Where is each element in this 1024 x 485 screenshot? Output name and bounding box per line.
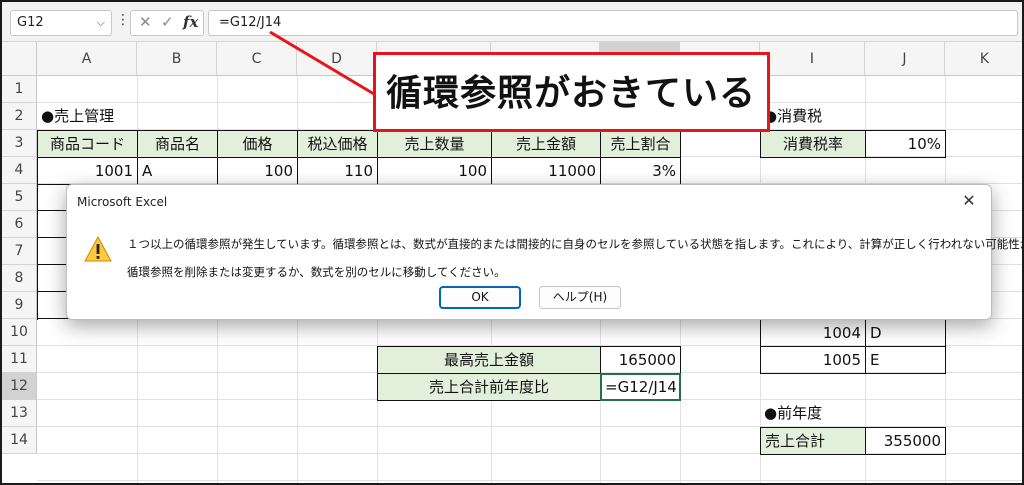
- cell-b4[interactable]: A: [137, 157, 218, 185]
- dialog-message-2: 循環参照を削除または変更するか、数式を別のセルに移動してください。: [127, 265, 506, 279]
- row-header-12[interactable]: 12: [2, 373, 37, 400]
- formula-buttons: ✕ ✓ fx: [130, 10, 204, 36]
- formula-bar: G12 ⌵ ⋮ ✕ ✓ fx =G12/J14: [2, 2, 1022, 42]
- cell-d4[interactable]: 110: [297, 157, 378, 185]
- row-header-6[interactable]: 6: [2, 211, 37, 238]
- dialog-message-1: １つ以上の循環参照が発生しています。循環参照とは、数式が直接的または間接的に自身…: [127, 237, 1024, 251]
- column-header-j[interactable]: J: [865, 42, 945, 76]
- sales-title[interactable]: ●売上管理: [37, 103, 237, 130]
- row-header-11[interactable]: 11: [2, 346, 37, 373]
- select-all-corner[interactable]: [2, 42, 37, 76]
- prev-total-value[interactable]: 355000: [865, 427, 946, 455]
- row-header-13[interactable]: 13: [2, 400, 37, 427]
- row-header-9[interactable]: 9: [2, 292, 37, 319]
- column-header-d[interactable]: D: [297, 42, 377, 76]
- column-header-b[interactable]: B: [137, 42, 217, 76]
- callout-text: 循環参照がおきている: [386, 73, 757, 114]
- tax-rate-value[interactable]: 10%: [865, 130, 946, 158]
- annotation-callout: 循環参照がおきている: [373, 52, 770, 132]
- help-button[interactable]: ヘルプ(H): [539, 286, 621, 309]
- cancel-icon[interactable]: ✕: [139, 13, 152, 31]
- max-sales-value[interactable]: 165000: [600, 346, 681, 374]
- enter-icon[interactable]: ✓: [161, 13, 174, 31]
- excel-window: G12 ⌵ ⋮ ✕ ✓ fx =G12/J14 A B C D E F G H …: [0, 0, 1024, 485]
- row-header-14[interactable]: 14: [2, 427, 37, 454]
- name-box-value: G12: [17, 15, 44, 30]
- column-header-i[interactable]: I: [760, 42, 865, 76]
- max-sales-label[interactable]: 最高売上金額: [377, 346, 601, 374]
- row-header-10[interactable]: 10: [2, 319, 37, 346]
- cell-j10[interactable]: D: [865, 319, 946, 347]
- row-header-5[interactable]: 5: [2, 184, 37, 211]
- header-tax-price[interactable]: 税込価格: [297, 130, 378, 158]
- more-options-icon[interactable]: ⋮: [116, 12, 130, 28]
- column-header-k[interactable]: K: [945, 42, 1022, 76]
- header-sales-qty[interactable]: 売上数量: [377, 130, 492, 158]
- cell-a4[interactable]: 1001: [37, 157, 138, 185]
- row-header-2[interactable]: 2: [2, 103, 37, 130]
- row-header-4[interactable]: 4: [2, 157, 37, 184]
- prev-total-label[interactable]: 売上合計: [760, 427, 866, 455]
- ok-button[interactable]: OK: [439, 286, 521, 309]
- column-header-c[interactable]: C: [217, 42, 297, 76]
- cell-i10[interactable]: 1004: [760, 319, 866, 347]
- ratio-label[interactable]: 売上合計前年度比: [377, 373, 601, 401]
- header-product-name[interactable]: 商品名: [137, 130, 218, 158]
- dialog-title: Microsoft Excel: [77, 195, 168, 209]
- chevron-down-icon[interactable]: ⌵: [97, 11, 105, 35]
- name-box[interactable]: G12 ⌵: [10, 10, 112, 36]
- header-product-code[interactable]: 商品コード: [37, 130, 138, 158]
- fx-icon[interactable]: fx: [183, 13, 198, 31]
- header-price[interactable]: 価格: [217, 130, 298, 158]
- circular-reference-dialog: Microsoft Excel ✕ １つ以上の循環参照が発生しています。循環参照…: [66, 184, 1022, 320]
- row-header-1[interactable]: 1: [2, 76, 37, 103]
- selected-cell-g12[interactable]: =G12/J14: [600, 373, 681, 401]
- formula-input[interactable]: =G12/J14: [208, 10, 1018, 36]
- cell-j11[interactable]: E: [865, 346, 946, 374]
- prev-year-title[interactable]: ●前年度: [760, 400, 945, 427]
- cell-c4[interactable]: 100: [217, 157, 298, 185]
- cell-g4[interactable]: 3%: [600, 157, 681, 185]
- row-header-8[interactable]: 8: [2, 265, 37, 292]
- cell-i11[interactable]: 1005: [760, 346, 866, 374]
- tax-title[interactable]: ●消費税: [760, 103, 865, 130]
- cell-e4[interactable]: 100: [377, 157, 492, 185]
- warning-icon: [84, 235, 112, 262]
- cell-f4[interactable]: 11000: [491, 157, 601, 185]
- header-sales-amount[interactable]: 売上金額: [491, 130, 601, 158]
- tax-rate-label[interactable]: 消費税率: [760, 130, 866, 158]
- column-header-a[interactable]: A: [37, 42, 137, 76]
- row-header-3[interactable]: 3: [2, 130, 37, 157]
- close-icon[interactable]: ✕: [957, 189, 981, 213]
- row-header-7[interactable]: 7: [2, 238, 37, 265]
- header-sales-ratio[interactable]: 売上割合: [600, 130, 681, 158]
